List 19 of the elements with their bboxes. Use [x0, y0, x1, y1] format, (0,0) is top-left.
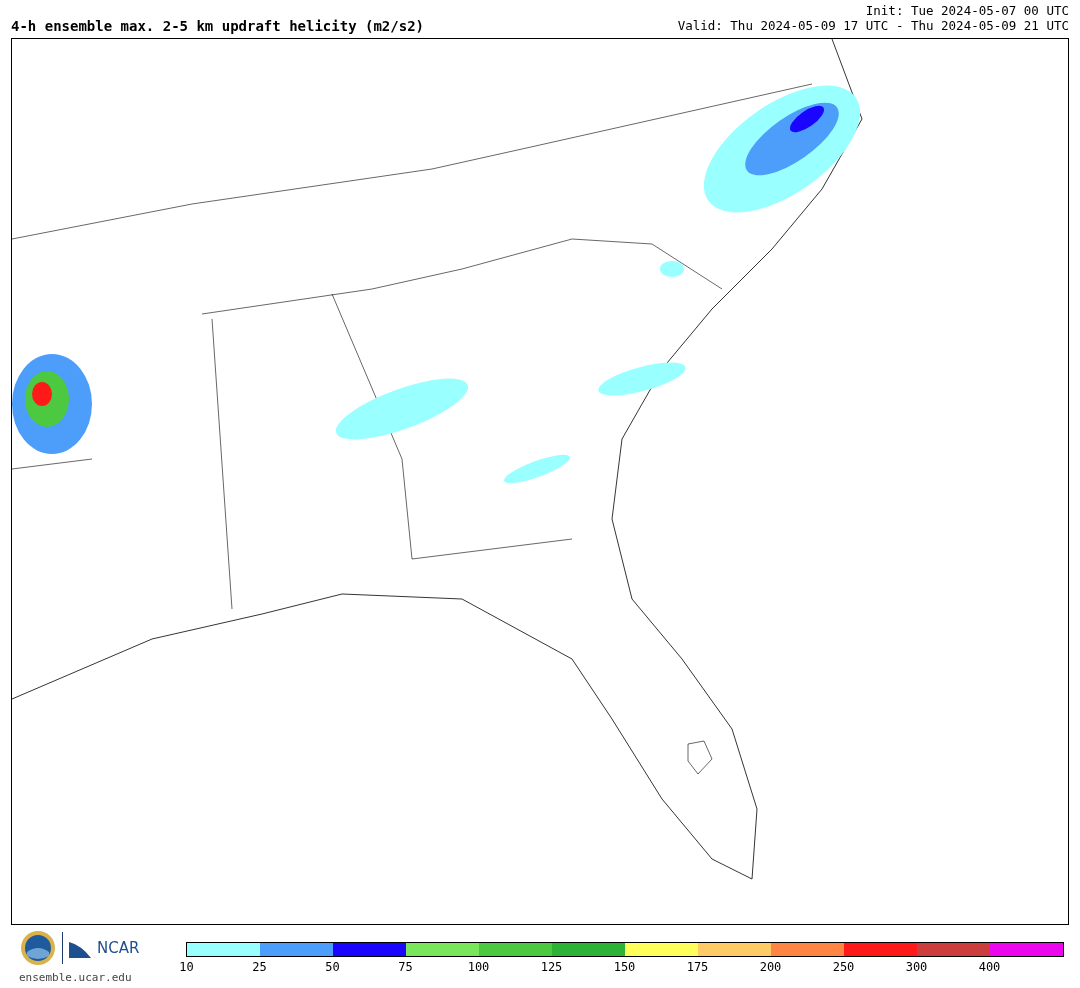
colorbar-label: 300	[905, 961, 928, 973]
map-title: 4-h ensemble max. 2-5 km updraft helicity (m2/s2)	[11, 19, 424, 33]
init-time: Init: Tue 2024-05-07 00 UTC	[865, 3, 1069, 18]
logo-text: NCAR	[97, 940, 140, 956]
colorbar-label: 400	[978, 961, 1001, 973]
colorbar-label: 175	[686, 961, 709, 973]
colorbar-label: 200	[759, 961, 782, 973]
colorbar-label: 75	[398, 961, 413, 973]
colorbar-label: 100	[467, 961, 490, 973]
colorbar-label: 125	[540, 961, 563, 973]
colorbar-label: 250	[832, 961, 855, 973]
website-url: ensemble.ucar.edu	[19, 970, 132, 986]
ncar-logo-icon	[69, 938, 95, 958]
colorbar-label: 50	[325, 961, 340, 973]
colorbar-label: 150	[613, 961, 636, 973]
colorbar-label: 25	[252, 961, 267, 973]
valid-time: Valid: Thu 2024-05-09 17 UTC - Thu 2024-05-09 21 UTC	[677, 18, 1069, 33]
seal-logo-icon	[20, 930, 56, 966]
colorbar-label: 10	[179, 961, 194, 973]
